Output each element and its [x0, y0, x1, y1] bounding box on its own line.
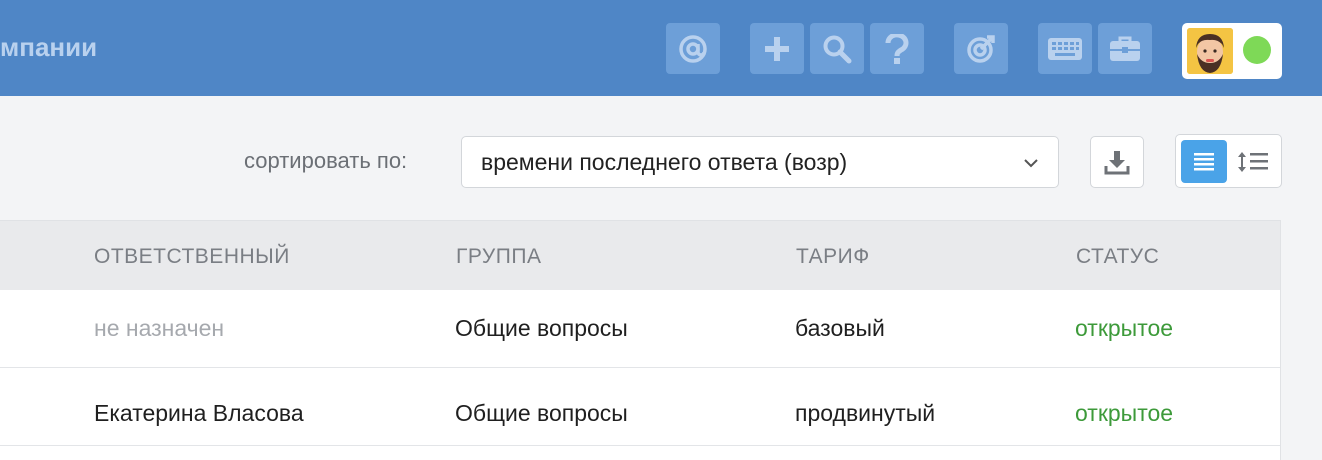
column-header-tariff[interactable]: ТАРИФ	[796, 245, 870, 269]
cell-assignee: Екатерина Власова	[94, 400, 304, 426]
sort-select[interactable]: времени последнего ответа (возр)	[461, 136, 1059, 188]
download-icon	[1104, 151, 1130, 175]
line-height-icon	[1238, 151, 1268, 172]
user-menu[interactable]	[1182, 23, 1282, 79]
keyboard-icon	[1048, 37, 1082, 60]
online-status-indicator	[1243, 36, 1271, 64]
cell-assignee: не назначен	[94, 315, 225, 341]
cell-status: открытое	[1075, 315, 1174, 341]
column-header-group[interactable]: ГРУППА	[456, 245, 541, 269]
user-avatar-icon	[1187, 28, 1233, 74]
briefcase-icon	[1110, 36, 1140, 61]
sort-select-value: времени последнего ответа (возр)	[481, 149, 848, 175]
view-toggle	[1175, 134, 1282, 188]
chevron-down-icon	[1024, 159, 1038, 168]
search-icon	[823, 35, 852, 63]
table-row[interactable]: Екатерина Власова Общие вопросы продвину…	[0, 368, 1280, 446]
help-button[interactable]	[870, 23, 924, 74]
compact-view-button[interactable]	[1230, 140, 1276, 183]
table-row[interactable]: не назначен Общие вопросы базовый открыт…	[0, 290, 1280, 368]
plus-icon	[765, 36, 789, 61]
list-view-button[interactable]	[1181, 140, 1227, 183]
page-title: мпании	[0, 32, 98, 62]
cell-tariff: продвинутый	[795, 400, 936, 426]
sort-label: сортировать по:	[244, 148, 408, 173]
keyboard-shortcuts-button[interactable]	[1038, 23, 1092, 74]
portfolio-button[interactable]	[1098, 23, 1152, 74]
top-bar: мпании	[0, 0, 1322, 96]
list-icon	[1194, 152, 1214, 170]
cell-status: открытое	[1075, 400, 1174, 426]
search-button[interactable]	[810, 23, 864, 74]
column-header-assignee[interactable]: ОТВЕТСТВЕННЫЙ	[94, 245, 290, 269]
target-icon	[967, 34, 995, 63]
cell-tariff: базовый	[795, 315, 885, 341]
table-header: ОТВЕТСТВЕННЫЙ ГРУППА ТАРИФ СТАТУС	[0, 221, 1280, 290]
mentions-button[interactable]	[666, 23, 720, 74]
at-icon	[679, 34, 707, 63]
help-icon	[885, 33, 909, 64]
cell-group: Общие вопросы	[455, 315, 628, 341]
download-button[interactable]	[1090, 136, 1144, 188]
goals-button[interactable]	[954, 23, 1008, 74]
column-header-status[interactable]: СТАТУС	[1076, 245, 1159, 269]
tickets-table: ОТВЕТСТВЕННЫЙ ГРУППА ТАРИФ СТАТУС не наз…	[0, 220, 1281, 460]
avatar	[1187, 28, 1233, 74]
add-button[interactable]	[750, 23, 804, 74]
cell-group: Общие вопросы	[455, 400, 628, 426]
